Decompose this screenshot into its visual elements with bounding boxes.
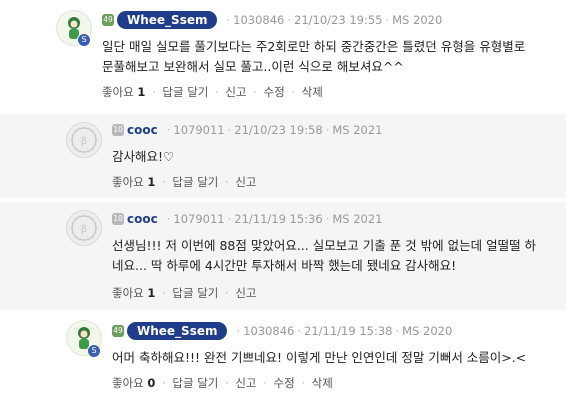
level-badge: 10 [112,124,124,136]
avatar[interactable]: β [66,210,102,246]
badge-icon: S [77,33,91,47]
member-id: 1079011 [173,123,225,137]
report-button[interactable]: 신고 [235,376,256,390]
ms-label: MS 2021 [332,212,383,226]
member-id: 1030846 [233,13,285,27]
comment-actions: 좋아요 1 · 답글 달기 · 신고 [112,286,257,300]
comment-meta: 10 cooc · 1079011 · 21/11/19 15:36 · MS … [112,212,383,226]
reply-item: S 49 Whee_Ssem · 1030846 · 21/11/19 15:3… [0,314,566,407]
timestamp: 21/11/19 15:38 [304,324,393,338]
like-count: 1 [147,175,156,189]
member-id: 1030846 [243,324,295,338]
delete-button[interactable]: 삭제 [302,85,323,99]
like-button[interactable]: 좋아요 1 [112,175,155,189]
like-button[interactable]: 좋아요 0 [112,376,155,390]
comment-line: 문풀해보고 보완해서 실모 풀고..이런 식으로 해보셔요^^ [102,59,404,74]
comment-item: S 49 Whee_Ssem · 1030846 · 21/10/23 19:5… [0,0,566,108]
report-button[interactable]: 신고 [235,175,256,189]
reply-button[interactable]: 답글 달기 [172,286,218,300]
comment-meta: 49 Whee_Ssem · 1030846 · 21/11/19 15:38 … [112,322,453,340]
ms-label: MS 2020 [392,13,443,27]
comment-line: 선생님!!! 저 이번에 88점 맞았어요... 실모보고 기출 푼 것 밖에 … [112,238,537,253]
ms-label: MS 2020 [402,324,453,338]
comment-text: 감사해요!♡ [112,147,174,167]
like-button[interactable]: 좋아요 1 [102,85,145,99]
level-badge: 10 [112,213,124,225]
author-name[interactable]: Whee_Ssem [117,11,218,29]
level-badge: 49 [112,325,124,337]
svg-text:β: β [81,136,87,147]
comment-text: 선생님!!! 저 이번에 88점 맞았어요... 실모보고 기출 푼 것 밖에 … [112,236,536,276]
like-count: 1 [137,85,146,99]
like-count: 1 [147,286,156,300]
timestamp: 21/11/19 15:36 [234,212,323,226]
default-avatar-icon: β [71,215,97,241]
default-avatar-icon: β [71,127,97,153]
timestamp: 21/10/23 19:58 [234,123,323,137]
timestamp: 21/10/23 19:55 [294,13,383,27]
like-button[interactable]: 좋아요 1 [112,286,155,300]
comment-line: 감사해요!♡ [112,149,175,164]
reply-button[interactable]: 답글 달기 [172,175,218,189]
comment-meta: 49 Whee_Ssem · 1030846 · 21/10/23 19:55 … [102,11,443,29]
comment-text: 어머 축하해요!!! 완전 기쁘네요! 이렇게 만난 인연인데 정말 기뻐서 소… [112,348,526,368]
avatar[interactable]: β [66,122,102,158]
svg-text:β: β [81,224,87,235]
reply-item: β 10 cooc · 1079011 · 21/11/19 15:36 · M… [0,202,566,310]
comment-actions: 좋아요 1 · 답글 달기 · 신고 · 수정 · 삭제 [102,85,323,99]
comment-actions: 좋아요 0 · 답글 달기 · 신고 · 수정 · 삭제 [112,376,333,390]
level-badge: 49 [102,14,114,26]
comment-text: 일단 매일 실모를 풀기보다는 주2회로만 하되 중간중간은 틀렸던 유형을 유… [102,37,525,77]
report-button[interactable]: 신고 [235,286,256,300]
comment-meta: 10 cooc · 1079011 · 21/10/23 19:58 · MS … [112,123,383,137]
author-name[interactable]: Whee_Ssem [127,322,228,340]
reply-button[interactable]: 답글 달기 [172,376,218,390]
badge-icon: S [87,344,101,358]
delete-button[interactable]: 삭제 [312,376,333,390]
member-id: 1079011 [173,212,225,226]
reply-item: β 10 cooc · 1079011 · 21/10/23 19:58 · M… [0,114,566,198]
comment-line: 네요... 딱 하루에 4시간만 투자해서 바짝 했는데 됐네요 감사해요! [112,258,457,273]
edit-button[interactable]: 수정 [273,376,294,390]
ms-label: MS 2021 [332,123,383,137]
comment-line: 어머 축하해요!!! 완전 기쁘네요! 이렇게 만난 인연인데 정말 기뻐서 소… [112,350,527,365]
author-name[interactable]: cooc [127,212,158,226]
reply-button[interactable]: 답글 달기 [162,85,208,99]
like-count: 0 [147,376,156,390]
comment-actions: 좋아요 1 · 답글 달기 · 신고 [112,175,257,189]
author-name[interactable]: cooc [127,123,158,137]
report-button[interactable]: 신고 [225,85,246,99]
edit-button[interactable]: 수정 [263,85,284,99]
comment-line: 일단 매일 실모를 풀기보다는 주2회로만 하되 중간중간은 틀렸던 유형을 유… [102,39,526,54]
